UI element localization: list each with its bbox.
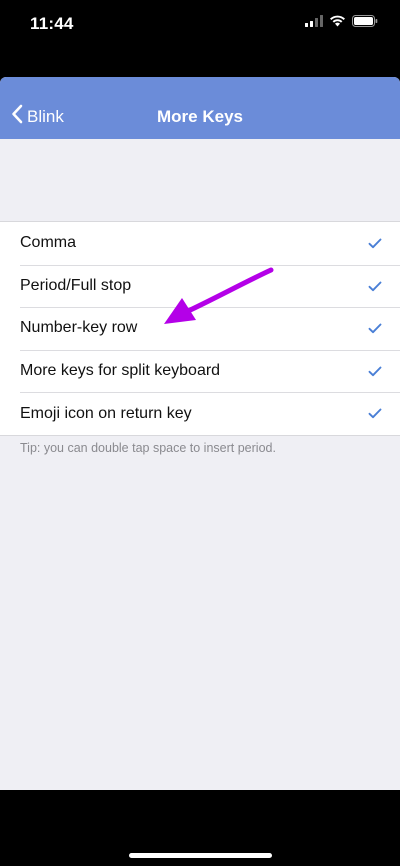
cellular-signal-icon [305,14,323,32]
setting-label: Number-key row [20,319,138,337]
home-indicator [129,853,272,858]
setting-more-keys-split-keyboard[interactable]: More keys for split keyboard [0,349,400,393]
setting-label: Emoji icon on return key [20,404,192,422]
setting-label: Period/Full stop [20,276,132,294]
nav-bar: Blink More Keys [0,77,400,139]
setting-comma[interactable]: Comma [0,222,400,265]
setting-emoji-icon-return-key[interactable]: Emoji icon on return key [0,392,400,435]
battery-icon [352,14,378,32]
wifi-icon [329,14,346,32]
checkmark-icon [368,236,382,254]
settings-sheet: Blink More Keys Comma Period/Full stop N… [0,77,400,790]
checkmark-icon [368,279,382,297]
tip-text: Tip: you can double tap space to insert … [20,441,276,455]
status-time: 11:44 [30,14,74,33]
setting-label: Comma [20,234,77,252]
status-bar: 11:44 [0,0,400,48]
checkmark-icon [368,406,382,424]
setting-label: More keys for split keyboard [20,362,221,380]
checkmark-icon [368,321,382,339]
checkmark-icon [368,364,382,382]
annotation-arrow-icon [150,262,280,339]
status-icons [305,14,378,32]
page-title: More Keys [157,107,243,126]
